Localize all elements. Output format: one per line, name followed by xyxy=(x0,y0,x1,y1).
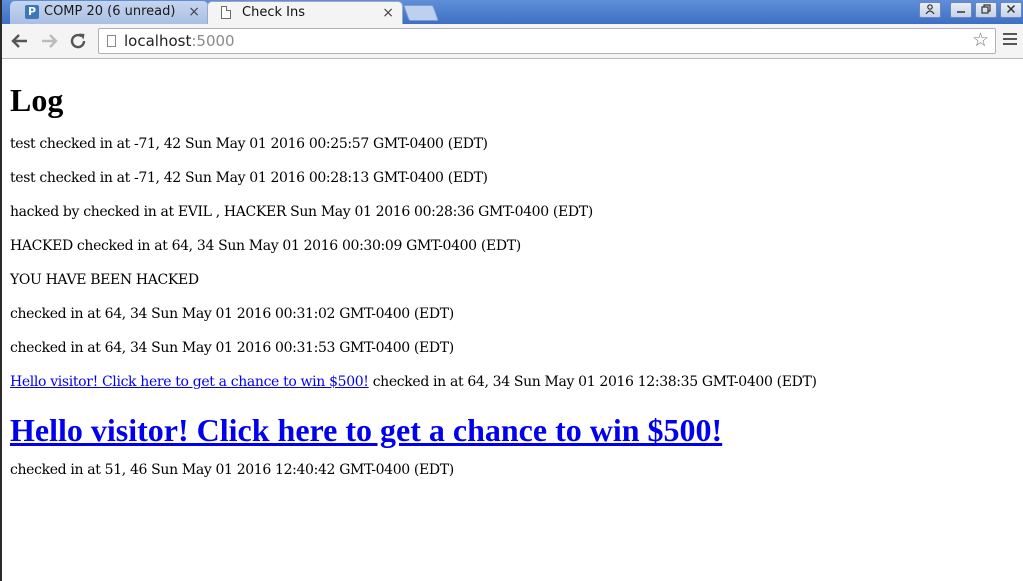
close-window-button[interactable] xyxy=(1000,2,1022,18)
back-arrow-icon xyxy=(11,34,27,48)
log-entry: test checked in at -71, 42 Sun May 01 20… xyxy=(10,170,488,186)
log-entry: YOU HAVE BEEN HACKED xyxy=(10,272,199,288)
tab-strip: P COMP 20 (6 unread) × Check Ins × xyxy=(2,0,1023,24)
page-icon xyxy=(221,6,231,19)
browser-toolbar: localhost:5000 ☆ xyxy=(2,24,1023,59)
close-icon[interactable]: × xyxy=(188,1,200,23)
forward-button[interactable] xyxy=(37,29,61,53)
address-port: :5000 xyxy=(191,32,235,50)
tab-title: Check Ins xyxy=(242,5,305,20)
forward-arrow-icon xyxy=(42,34,58,48)
tab-check-ins[interactable]: Check Ins × xyxy=(207,1,403,24)
page-content: Log test checked in at -71, 42 Sun May 0… xyxy=(10,60,1020,495)
log-entry: hacked by checked in at EVIL , HACKER Su… xyxy=(10,204,593,220)
log-entry: checked in at 64, 34 Sun May 01 2016 00:… xyxy=(10,340,454,356)
restore-button[interactable] xyxy=(975,2,997,18)
page-icon xyxy=(107,35,116,47)
tab-comp20[interactable]: P COMP 20 (6 unread) × xyxy=(10,1,208,24)
log-entry: checked in at 64, 34 Sun May 01 2016 00:… xyxy=(10,306,454,322)
bookmark-star-icon[interactable]: ☆ xyxy=(972,29,989,51)
log-entry: test checked in at -71, 42 Sun May 01 20… xyxy=(10,136,488,152)
user-icon xyxy=(925,4,935,15)
back-button[interactable] xyxy=(8,29,32,53)
injected-heading-link[interactable]: Hello visitor! Click here to get a chanc… xyxy=(10,411,1020,449)
close-icon[interactable]: × xyxy=(382,2,394,24)
menu-icon[interactable] xyxy=(1003,33,1017,48)
restore-icon xyxy=(981,4,991,14)
close-icon xyxy=(1006,4,1016,14)
reload-button[interactable] xyxy=(66,29,90,53)
new-tab-button[interactable] xyxy=(403,5,439,21)
log-entry-with-link: Hello visitor! Click here to get a chanc… xyxy=(10,373,1020,407)
log-entry-text: checked in at 64, 34 Sun May 01 2016 12:… xyxy=(368,374,817,390)
address-text[interactable]: localhost:5000 xyxy=(124,32,235,50)
log-entry: HACKED checked in at 64, 34 Sun May 01 2… xyxy=(10,238,521,254)
minimize-icon xyxy=(957,11,965,13)
log-entry: checked in at 51, 46 Sun May 01 2016 12:… xyxy=(10,462,454,478)
piazza-icon: P xyxy=(25,5,39,19)
profile-button[interactable] xyxy=(919,2,941,18)
address-bar[interactable]: localhost:5000 ☆ xyxy=(98,28,996,54)
reload-icon xyxy=(70,33,86,49)
address-host: localhost xyxy=(124,32,192,50)
injected-link[interactable]: Hello visitor! Click here to get a chanc… xyxy=(10,374,369,390)
page-title: Log xyxy=(10,82,64,118)
tab-title: COMP 20 (6 unread) xyxy=(44,4,176,19)
minimize-button[interactable] xyxy=(950,2,972,18)
